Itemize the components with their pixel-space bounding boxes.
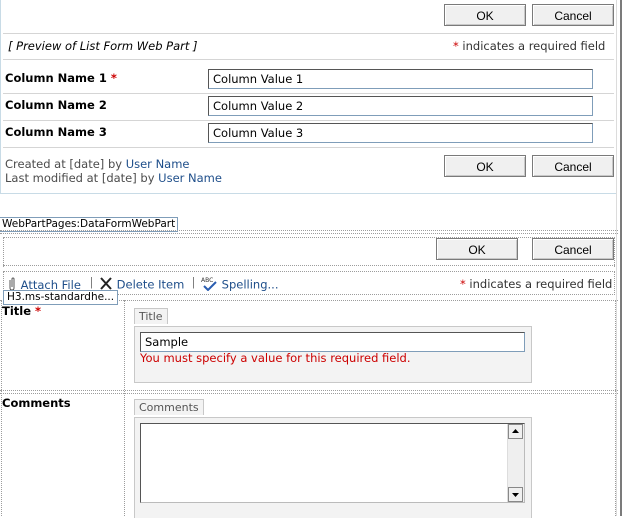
column-input-1[interactable]: Column Value 1 xyxy=(208,69,593,89)
svg-text:ABC: ABC xyxy=(201,277,213,284)
arrow-down-icon xyxy=(512,493,519,497)
spellcheck-icon: ABC xyxy=(201,276,218,294)
toolbar-separator-1: | xyxy=(90,277,93,289)
created-info: Created at [date] by User Name xyxy=(5,157,190,171)
title-input[interactable]: Sample xyxy=(140,332,525,352)
column-input-2[interactable]: Column Value 2 xyxy=(208,96,593,116)
comments-textarea[interactable] xyxy=(140,423,525,503)
scroll-up-button[interactable] xyxy=(508,424,523,439)
preview-title: [ Preview of List Form Web Part ] xyxy=(8,39,198,53)
column-label-2: Column Name 2 xyxy=(5,98,107,112)
title-legend: Title xyxy=(134,308,168,324)
column-label-3: Column Name 3 xyxy=(5,125,107,139)
top-ok-button-2[interactable]: OK xyxy=(444,155,526,177)
title-error-message: You must specify a value for this requir… xyxy=(140,351,411,365)
required-note: * indicates a required field xyxy=(453,39,605,53)
spelling-button[interactable]: ABC Spelling... xyxy=(201,276,278,294)
arrow-up-icon xyxy=(512,429,519,433)
required-marker: * xyxy=(453,39,459,53)
top-cancel-button-2[interactable]: Cancel xyxy=(532,155,614,177)
element-tooltip: H3.ms-standardhe... xyxy=(3,290,119,305)
modified-info: Last modified at [date] by User Name xyxy=(5,171,222,185)
bottom-ok-button[interactable]: OK xyxy=(436,238,518,260)
toolbar-separator-2: | xyxy=(192,277,195,289)
bottom-cancel-button[interactable]: Cancel xyxy=(532,238,614,260)
column-input-3[interactable]: Column Value 3 xyxy=(208,123,593,143)
bottom-required-note: * indicates a required field xyxy=(460,277,613,291)
scroll-down-button[interactable] xyxy=(508,487,523,502)
created-user-link[interactable]: User Name xyxy=(126,157,190,171)
top-cancel-button[interactable]: Cancel xyxy=(532,4,614,26)
top-ok-button[interactable]: OK xyxy=(444,4,526,26)
textarea-scrollbar[interactable] xyxy=(507,424,524,502)
comments-field-label: Comments xyxy=(2,396,71,410)
modified-user-link[interactable]: User Name xyxy=(158,171,222,185)
title-field-label: Title * xyxy=(2,304,42,318)
column-label-1: Column Name 1 * xyxy=(5,71,117,85)
comments-legend: Comments xyxy=(134,399,204,415)
required-note-text: indicates a required field xyxy=(462,39,606,53)
